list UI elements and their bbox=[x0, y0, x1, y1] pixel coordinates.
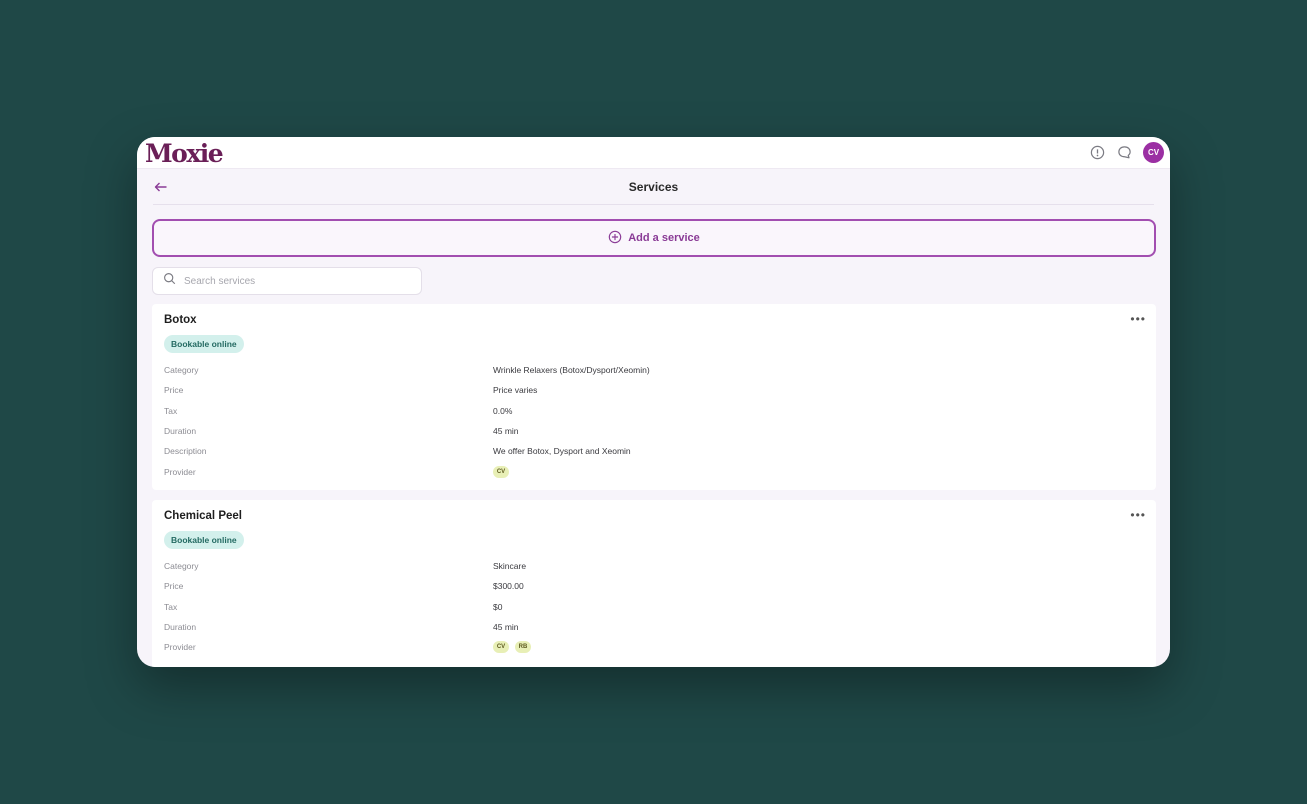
more-horizontal-icon[interactable]: ••• bbox=[1130, 508, 1146, 522]
chat-icon[interactable] bbox=[1116, 145, 1132, 161]
service-card-chemical-peel[interactable]: Chemical Peel ••• Bookable online Catego… bbox=[152, 500, 1156, 667]
field-label: Price bbox=[164, 581, 184, 592]
more-horizontal-icon[interactable]: ••• bbox=[1130, 312, 1146, 326]
field-value: Skincare bbox=[493, 561, 527, 572]
search-box bbox=[152, 267, 422, 295]
provider-chip[interactable]: CV bbox=[493, 465, 509, 478]
service-name: Botox bbox=[164, 314, 197, 326]
field-value: 45 min bbox=[493, 622, 519, 633]
service-card-botox[interactable]: Botox ••• Bookable online Category Wrink… bbox=[152, 304, 1156, 490]
field-row-duration: Duration 45 min bbox=[164, 421, 1144, 441]
service-name: Chemical Peel bbox=[164, 510, 242, 522]
field-row-provider: Provider CV bbox=[164, 461, 1144, 481]
info-icon[interactable] bbox=[1089, 145, 1105, 161]
field-label: Description bbox=[164, 446, 207, 457]
field-value: We offer Botox, Dysport and Xeomin bbox=[493, 446, 631, 457]
field-value: 45 min bbox=[493, 426, 519, 437]
plus-circle-icon bbox=[608, 230, 622, 247]
field-label: Tax bbox=[164, 601, 178, 612]
provider-chip[interactable]: CV bbox=[493, 641, 509, 654]
field-value: 0.0% bbox=[493, 405, 513, 416]
provider-chip[interactable]: RB bbox=[515, 641, 531, 654]
field-row-price: Price $300.00 bbox=[164, 576, 1144, 596]
add-service-button[interactable]: Add a service bbox=[152, 219, 1156, 257]
top-bar: Moxie CV bbox=[137, 137, 1170, 169]
field-label: Tax bbox=[164, 405, 178, 416]
field-value: Wrinkle Relaxers (Botox/Dysport/Xeomin) bbox=[493, 365, 650, 376]
page-header: Services bbox=[153, 169, 1154, 205]
field-row-category: Category Skincare bbox=[164, 556, 1144, 576]
arrow-left-icon[interactable] bbox=[153, 179, 169, 195]
field-label: Category bbox=[164, 561, 199, 572]
bookable-online-badge: Bookable online bbox=[164, 531, 244, 549]
field-value: $0 bbox=[493, 601, 503, 612]
field-row-tax: Tax $0 bbox=[164, 597, 1144, 617]
field-row-description: Description We offer Botox, Dysport and … bbox=[164, 441, 1144, 461]
field-label: Duration bbox=[164, 426, 197, 437]
provider-list: CV RB bbox=[493, 641, 531, 654]
bookable-online-badge: Bookable online bbox=[164, 335, 244, 353]
logo: Moxie bbox=[145, 139, 224, 168]
search-input[interactable] bbox=[184, 275, 411, 287]
field-label: Price bbox=[164, 385, 184, 396]
field-label: Provider bbox=[164, 642, 196, 653]
field-label: Category bbox=[164, 365, 199, 376]
field-row-tax: Tax 0.0% bbox=[164, 401, 1144, 421]
field-value: Price varies bbox=[493, 385, 538, 396]
field-value: $300.00 bbox=[493, 581, 524, 592]
field-label: Duration bbox=[164, 622, 197, 633]
search-icon bbox=[163, 272, 176, 290]
provider-list: CV bbox=[493, 465, 509, 478]
field-row-category: Category Wrinkle Relaxers (Botox/Dysport… bbox=[164, 360, 1144, 380]
app-window: Moxie CV Services Add a service Botox bbox=[137, 137, 1170, 667]
field-row-duration: Duration 45 min bbox=[164, 617, 1144, 637]
field-row-price: Price Price varies bbox=[164, 380, 1144, 400]
field-label: Provider bbox=[164, 466, 196, 477]
user-avatar[interactable]: CV bbox=[1143, 142, 1164, 163]
add-service-label: Add a service bbox=[628, 232, 700, 244]
field-row-provider: Provider CV RB bbox=[164, 637, 1144, 657]
page-title: Services bbox=[628, 179, 679, 194]
top-actions: CV bbox=[1089, 142, 1164, 163]
